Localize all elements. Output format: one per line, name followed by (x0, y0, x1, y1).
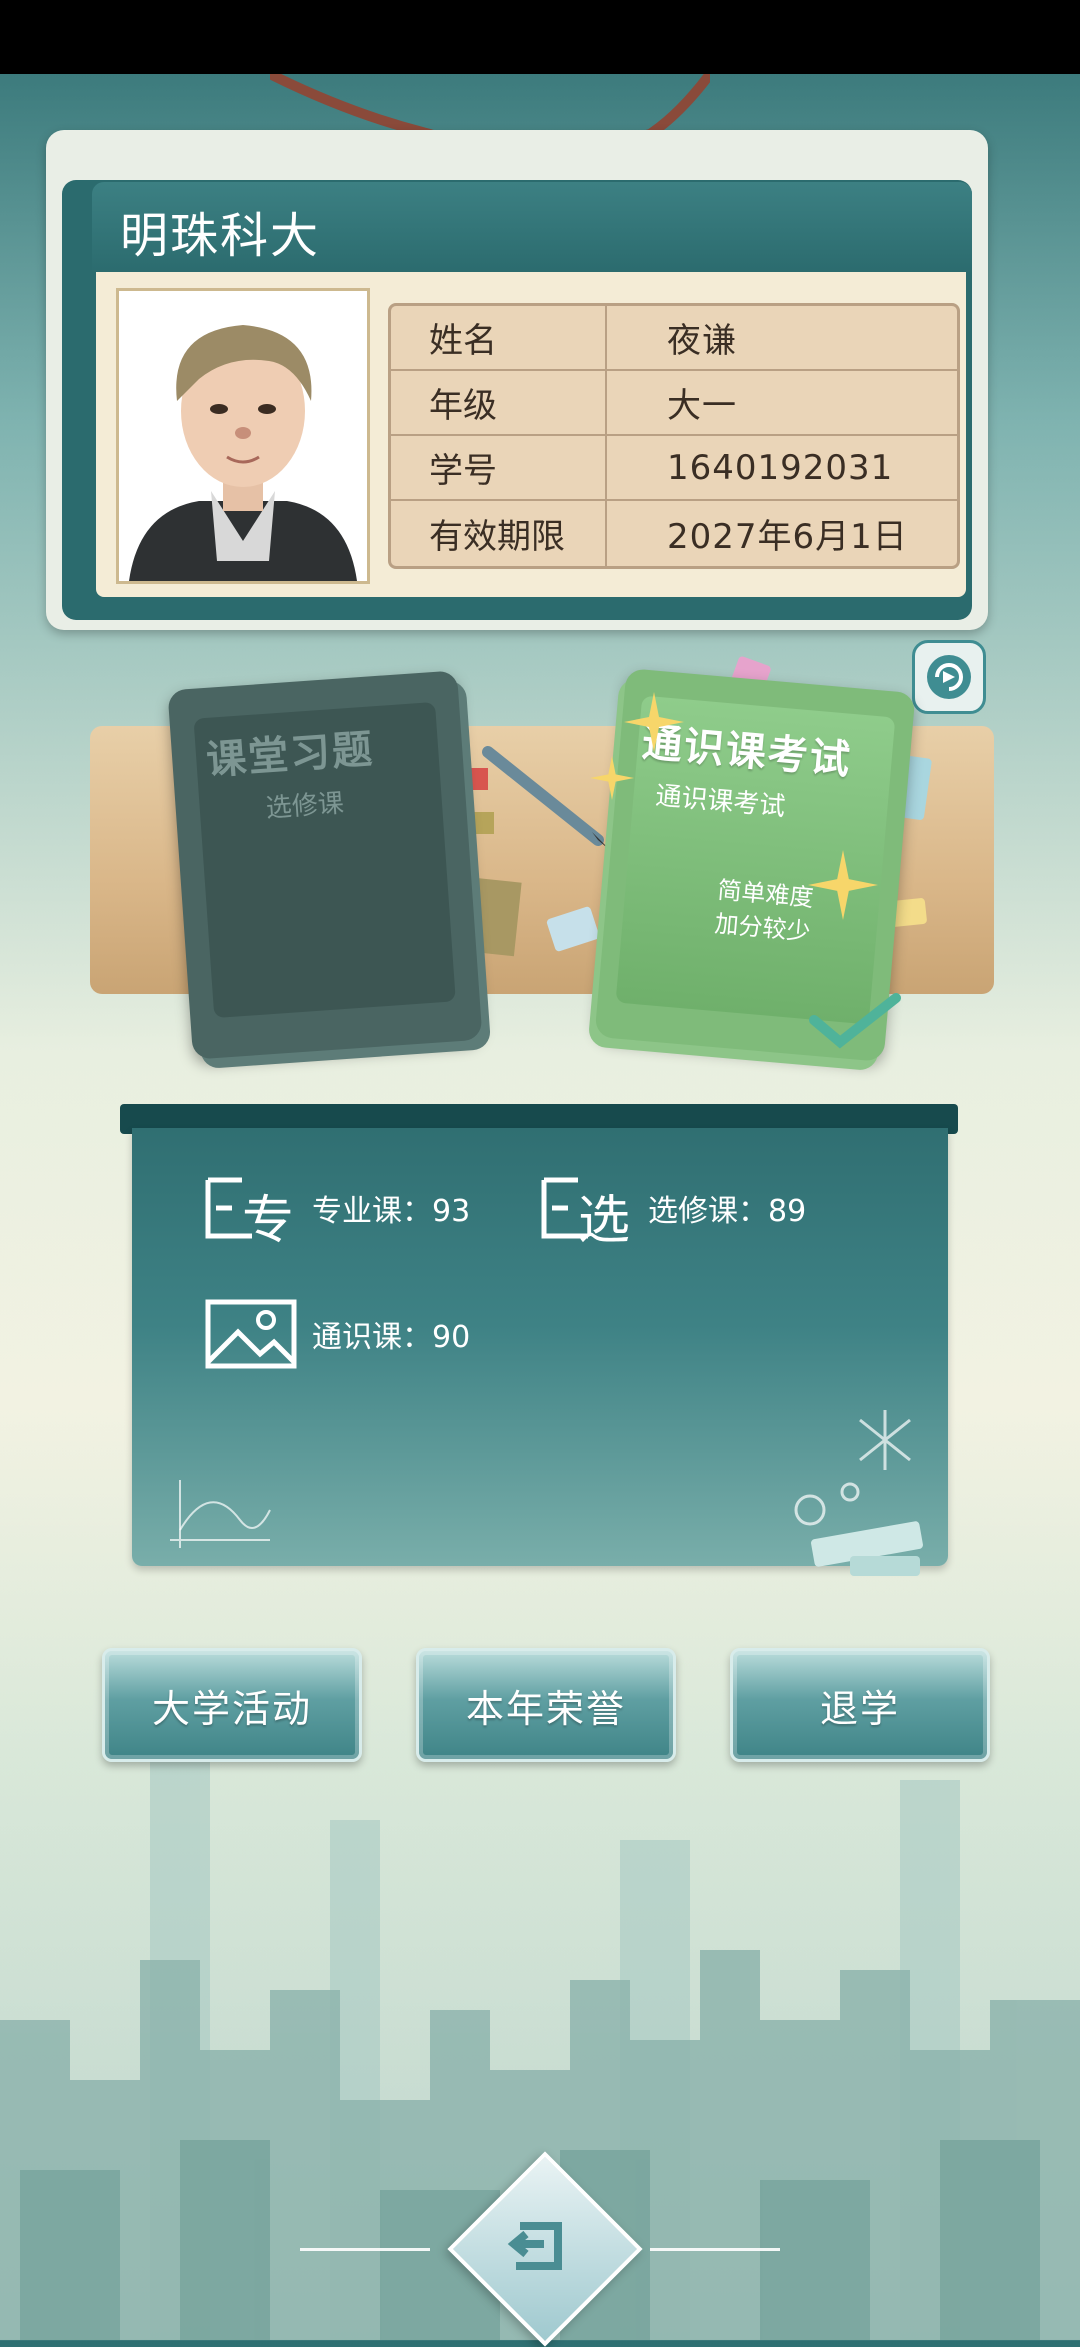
back-arrow-icon (507, 2222, 562, 2270)
status-bar (0, 0, 1080, 74)
general-course-label: 通识课：90 (312, 1320, 471, 1355)
student-avatar (116, 288, 370, 584)
university-activities-button[interactable]: 大学活动 (102, 1648, 362, 1762)
name-value: 夜谦 (607, 306, 957, 371)
elective-course-icon: 选 (541, 1177, 630, 1246)
student-info-table: 姓名 夜谦 年级 大一 学号 1640192031 有效期限 2027年6月1日 (388, 303, 960, 569)
refresh-button[interactable] (912, 640, 986, 714)
elective-course-label: 选修课：89 (648, 1194, 807, 1229)
sparkle-icon (590, 756, 634, 800)
class-exercises-title: 课堂习题 (204, 726, 376, 784)
expiry-label: 有效期限 (391, 501, 607, 566)
refresh-icon (927, 655, 971, 699)
annual-honors-button[interactable]: 本年荣誉 (416, 1648, 676, 1762)
student-id-label: 学号 (391, 436, 607, 501)
checkmark-icon (809, 993, 901, 1049)
drop-out-button[interactable]: 退学 (730, 1648, 990, 1762)
major-course-icon: 专 (205, 1177, 294, 1246)
elective-course-icon-char: 选 (578, 1191, 630, 1246)
major-course-label: 专业课：93 (312, 1194, 471, 1229)
school-name: 明珠科大 (120, 208, 321, 264)
general-course-score: 通识课：90 (202, 1296, 470, 1372)
sparkle-icon (624, 692, 684, 752)
grade-value: 大一 (607, 371, 957, 436)
divider-right (650, 2248, 780, 2251)
student-id-value: 1640192031 (607, 436, 957, 501)
major-course-score: 专 专业课：93 (202, 1170, 470, 1246)
name-label: 姓名 (391, 306, 607, 371)
divider-left (300, 2248, 430, 2251)
image-frame-icon (205, 1299, 297, 1369)
chalk-piece (850, 1556, 920, 1576)
expiry-value: 2027年6月1日 (667, 517, 908, 557)
elective-course-score: 选 选修课：89 (538, 1170, 806, 1246)
chalk-graph-doodle (170, 1480, 271, 1548)
major-course-icon-char: 专 (242, 1191, 294, 1246)
sparkle-icon (808, 850, 878, 920)
class-exercises-book[interactable]: 课堂习题 选修课 (167, 670, 483, 1060)
chalk-doodle (794, 1410, 911, 1526)
grade-label: 年级 (391, 371, 607, 436)
class-exercises-subtitle: 选修课 (264, 788, 345, 824)
